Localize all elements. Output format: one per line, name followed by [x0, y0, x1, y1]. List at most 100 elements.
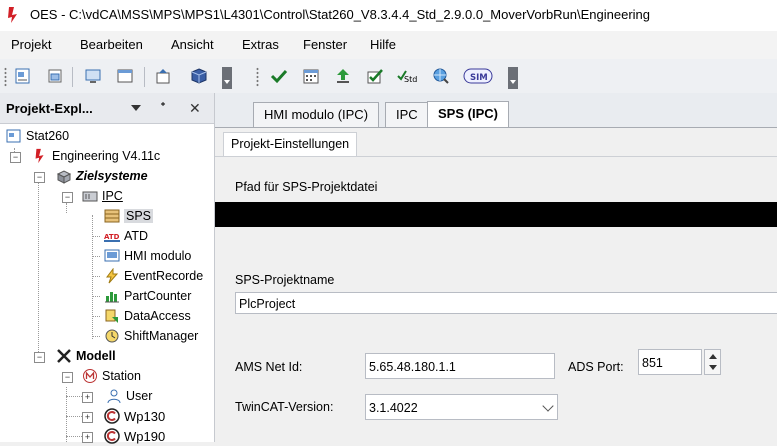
check-icon[interactable] [268, 65, 290, 87]
tree-item-atd[interactable]: ATD ATD [104, 226, 148, 246]
twincat-version-select[interactable]: 3.1.4022 [365, 394, 558, 420]
menu-projekt[interactable]: Projekt [11, 37, 51, 52]
tree-item-wp130[interactable]: Wp130 [104, 406, 165, 426]
menu-bar: Projekt Bearbeiten Ansicht Extras Fenste… [0, 31, 777, 59]
window-icon[interactable] [114, 65, 136, 87]
menu-hilfe[interactable]: Hilfe [370, 37, 396, 52]
tree-label: Modell [76, 349, 116, 363]
tree-label: Wp190 [124, 428, 166, 444]
tree-label: ShiftManager [124, 329, 199, 343]
component-icon [104, 408, 120, 424]
tree-item-engineering[interactable]: Engineering V4.11c [32, 146, 160, 166]
close-icon[interactable]: ✕ [189, 100, 201, 117]
tree-item-user[interactable]: User [106, 386, 152, 406]
bar-chart-icon [104, 288, 120, 304]
checkbox-icon[interactable] [364, 65, 386, 87]
svg-text:ATD: ATD [104, 233, 120, 241]
target-systems-icon [56, 168, 72, 184]
engineering-logo-icon [32, 148, 48, 164]
toolbar-grip[interactable] [4, 67, 7, 87]
toolbar-overflow[interactable] [222, 67, 232, 89]
tree-label: User [126, 389, 153, 403]
tree-item-ipc[interactable]: IPC [82, 186, 123, 206]
window-title: OES - C:\vdCA\MSS\MPS\MPS1\L4301\Control… [30, 7, 651, 22]
tree-item-shiftmanager[interactable]: ShiftManager [104, 326, 198, 346]
tree-label: Engineering V4.11c [52, 149, 161, 163]
tree-label: IPC [102, 189, 123, 203]
tree-label: Zielsysteme [76, 169, 148, 183]
clock-icon [104, 328, 120, 344]
pfad-field[interactable] [215, 202, 777, 227]
tree-label: ATD [124, 229, 149, 243]
menu-extras[interactable]: Extras [242, 37, 279, 52]
chevron-down-icon[interactable] [709, 365, 717, 370]
expander-user[interactable]: + [82, 392, 93, 403]
tree-item-station[interactable]: Station [82, 366, 141, 386]
ipc-icon [82, 188, 98, 204]
data-access-icon [104, 308, 120, 324]
tree-item-zielsysteme[interactable]: Zielsysteme [56, 166, 148, 186]
std-icon[interactable]: Std [396, 65, 418, 87]
tree-item-eventrecorder[interactable]: EventRecorde [104, 266, 203, 286]
expander-modell[interactable]: − [34, 352, 45, 363]
expander-engineering[interactable]: − [10, 152, 21, 163]
expander-zielsysteme[interactable]: − [34, 172, 45, 183]
dropdown-arrow-icon[interactable] [131, 105, 141, 111]
tree-item-sps[interactable]: SPS [104, 206, 154, 226]
user-icon [106, 388, 122, 404]
toolbar-overflow-2[interactable] [508, 67, 518, 89]
sim-icon[interactable]: SIM [462, 65, 494, 87]
expander-wp130[interactable]: + [82, 412, 93, 423]
ams-netid-field[interactable]: 5.65.48.180.1.1 [365, 353, 555, 379]
toolbar-grip-2[interactable] [256, 67, 259, 87]
svg-text:SIM: SIM [470, 73, 488, 83]
tree-label: Wp130 [124, 408, 166, 424]
tree-item-partcounter[interactable]: PartCounter [104, 286, 191, 306]
expander-wp190[interactable]: + [82, 432, 93, 443]
twincat-label: TwinCAT-Version: [235, 400, 334, 414]
projektname-field[interactable]: PlcProject [235, 292, 777, 314]
tools-icon [56, 348, 72, 364]
sps-icon [104, 208, 120, 224]
publish-icon[interactable] [152, 65, 174, 87]
chevron-down-icon[interactable] [542, 400, 554, 412]
project-explorer: Projekt-Expl... ᐩ ✕ − − − − − + + + Stat… [0, 93, 215, 444]
ads-port-stepper[interactable] [704, 349, 721, 375]
chevron-up-icon[interactable] [709, 354, 717, 359]
twincat-version-value: 3.1.4022 [369, 401, 418, 415]
tree-item-wp190[interactable]: Wp190 [104, 426, 165, 446]
ads-port-field[interactable]: 851 [638, 349, 702, 375]
atd-icon: ATD [104, 228, 120, 244]
project-icon[interactable] [12, 65, 34, 87]
ads-label: ADS Port: [568, 360, 624, 374]
tree-label: SPS [124, 209, 154, 223]
tree-label: Stat260 [26, 129, 70, 143]
tree-item-dataaccess[interactable]: DataAccess [104, 306, 191, 326]
toolbar: Std SIM [0, 59, 777, 94]
tab-sps[interactable]: SPS (IPC) [427, 101, 509, 128]
editor-area: HMI modulo (IPC) IPC SPS (IPC) Projekt-E… [215, 93, 777, 443]
tree-item-stat260[interactable]: Stat260 [6, 126, 69, 146]
tab-hmi-modulo[interactable]: HMI modulo (IPC) [253, 102, 380, 127]
cube-icon[interactable] [188, 65, 210, 87]
menu-bearbeiten[interactable]: Bearbeiten [80, 37, 143, 52]
explorer-header: Projekt-Expl... ᐩ ✕ [0, 93, 214, 124]
calendar-icon[interactable] [300, 65, 322, 87]
tree-item-hmi[interactable]: HMI modulo [104, 246, 191, 266]
tab-projekt-einstellungen[interactable]: Projekt-Einstellungen [223, 132, 358, 157]
pfad-label: Pfad für SPS-Projektdatei [235, 180, 378, 194]
expander-station[interactable]: − [62, 372, 73, 383]
menu-ansicht[interactable]: Ansicht [171, 37, 214, 52]
upload-icon[interactable] [332, 65, 354, 87]
expander-ipc[interactable]: − [62, 192, 73, 203]
tree-item-modell[interactable]: Modell [56, 346, 116, 366]
station-icon [82, 368, 98, 384]
tree-label: Station [102, 369, 141, 383]
globe-search-icon[interactable] [430, 65, 452, 87]
monitor-icon[interactable] [82, 65, 104, 87]
tab-ipc[interactable]: IPC [385, 102, 429, 127]
pin-icon[interactable]: ᐩ [160, 98, 166, 116]
settings-panel: Pfad für SPS-Projektdatei SPS-Projektnam… [215, 156, 777, 443]
menu-fenster[interactable]: Fenster [303, 37, 347, 52]
project-props-icon[interactable] [44, 65, 66, 87]
